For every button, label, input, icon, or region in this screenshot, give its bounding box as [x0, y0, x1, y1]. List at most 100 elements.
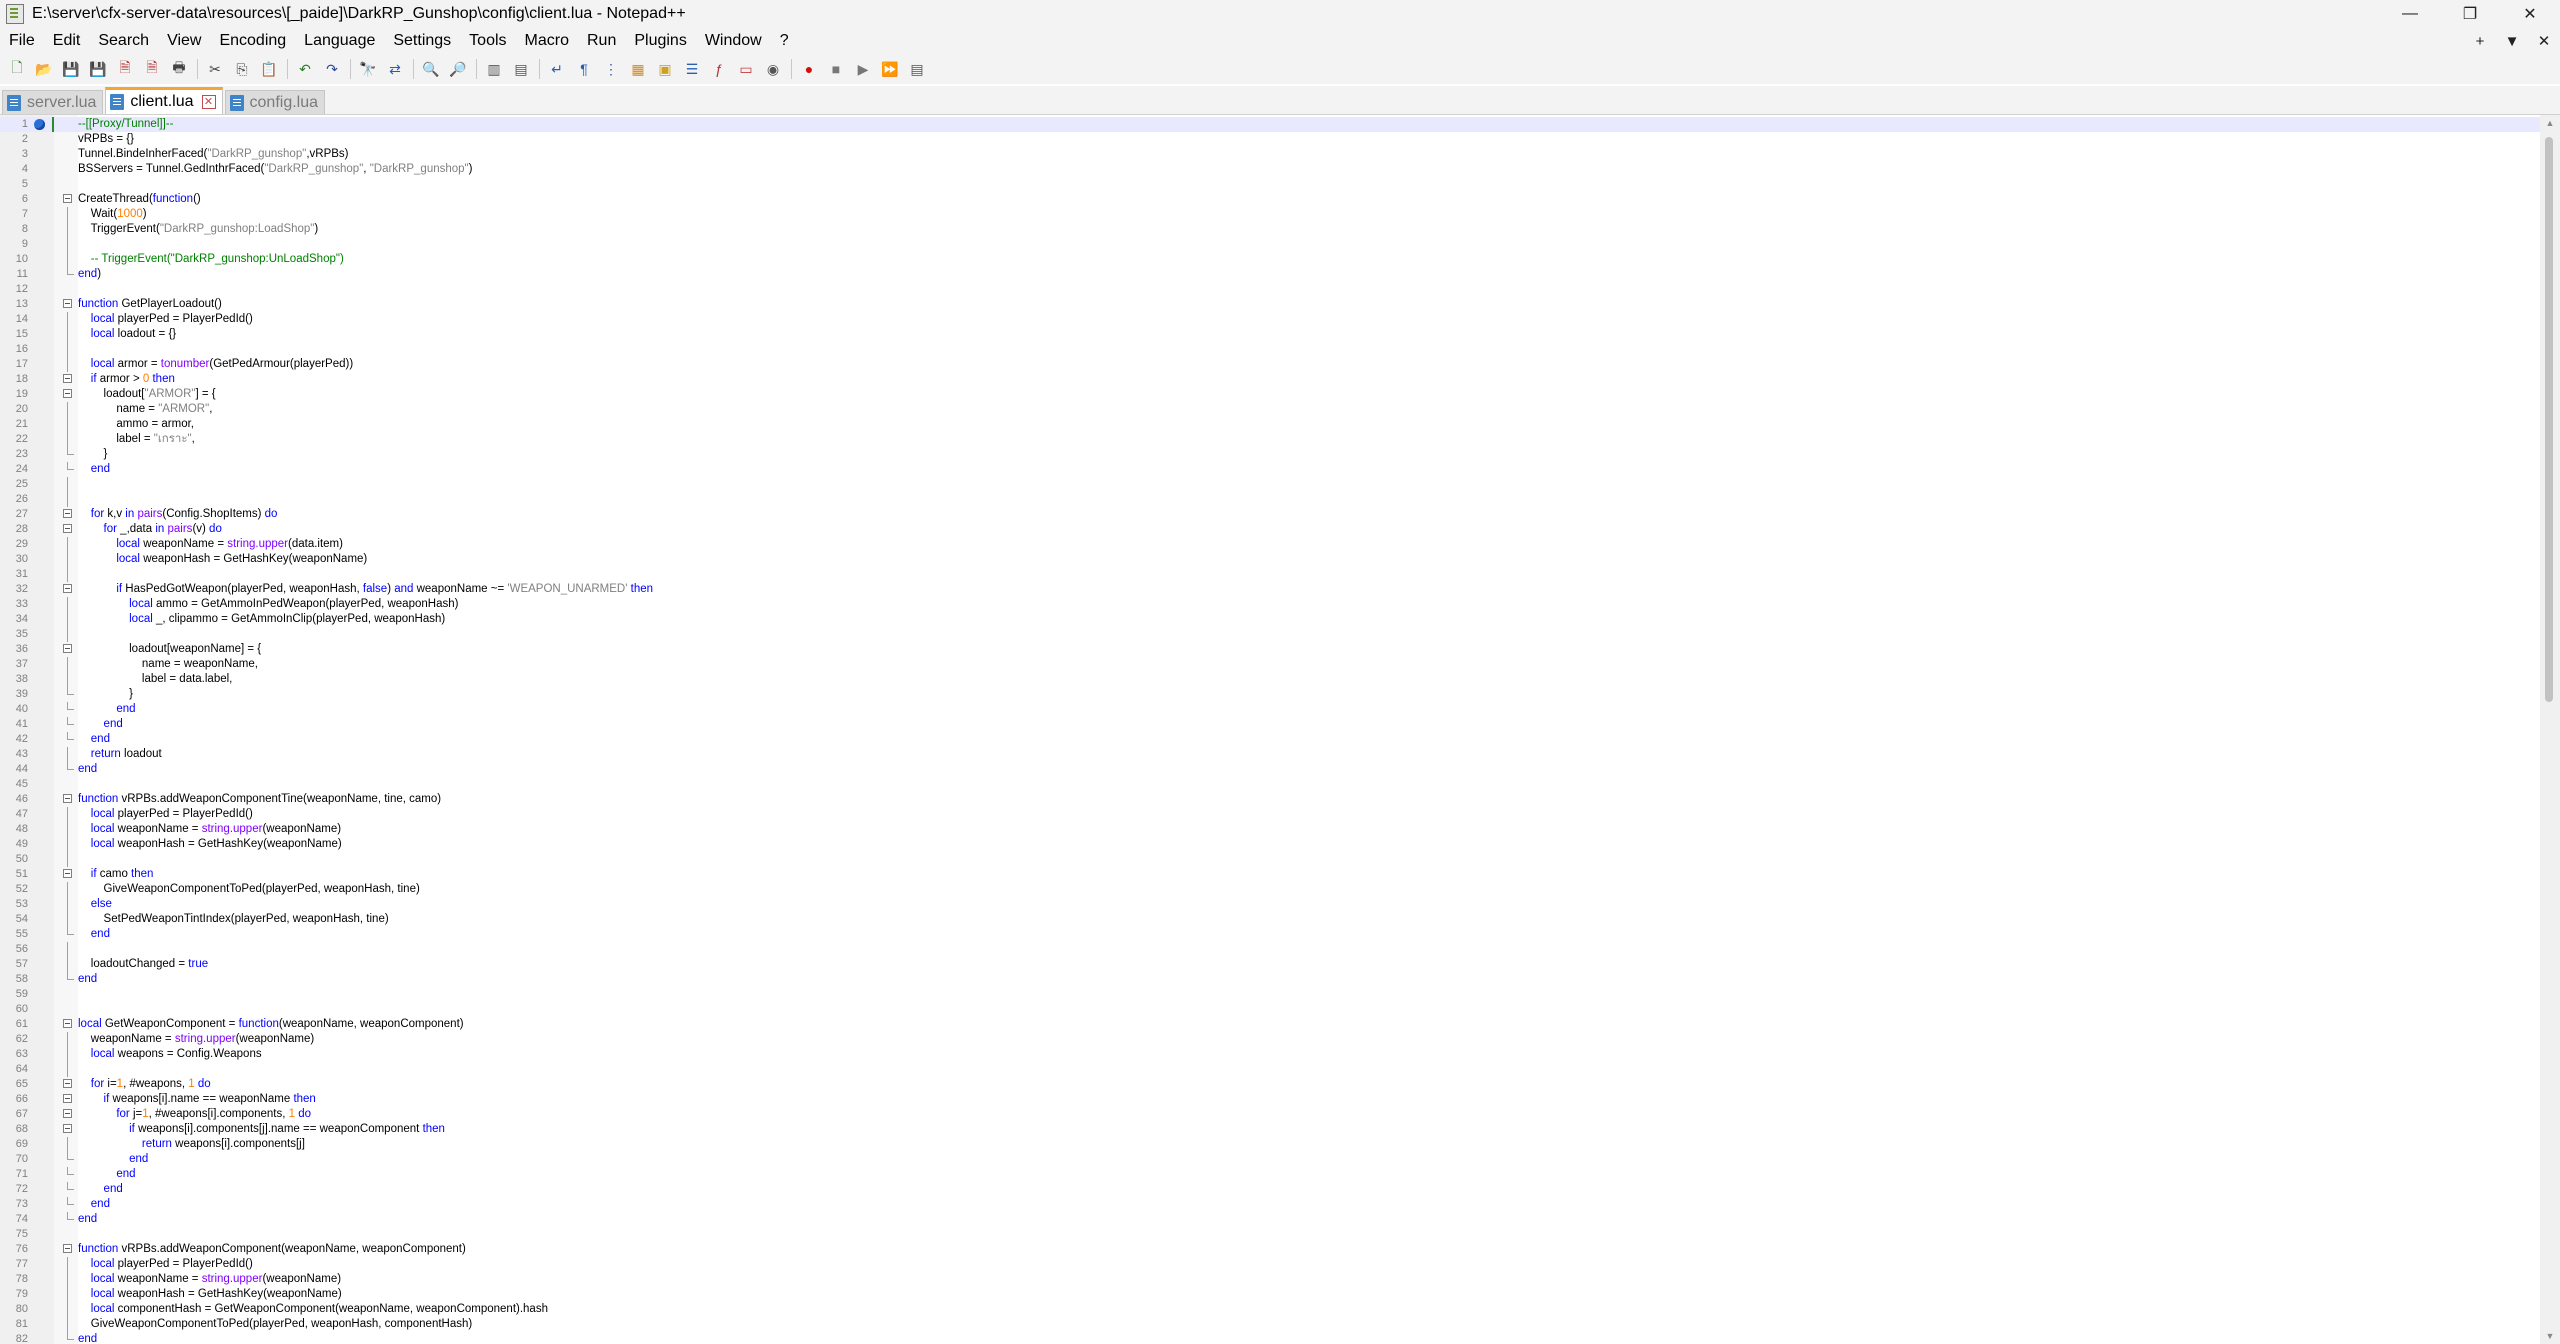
code-line[interactable]: 15 local loadout = {}	[0, 327, 2540, 342]
code-line[interactable]: 35	[0, 627, 2540, 642]
play-macro-icon[interactable]: ▶	[852, 58, 874, 80]
code-line[interactable]: 20 name = "ARMOR",	[0, 402, 2540, 417]
stop-macro-icon[interactable]: ■	[825, 58, 847, 80]
bookmark-icon[interactable]	[34, 119, 45, 130]
code-line[interactable]: 16	[0, 342, 2540, 357]
notepad-plus-plus-app-icon[interactable]	[6, 4, 24, 24]
code-line[interactable]: 65 for i=1, #weapons, 1 do	[0, 1077, 2540, 1092]
save-macro-icon[interactable]: ▤	[906, 58, 928, 80]
sync-vertical-icon[interactable]: ▥	[483, 58, 505, 80]
zoom-in-icon[interactable]: 🔍	[420, 58, 442, 80]
code-line[interactable]: 80 local componentHash = GetWeaponCompon…	[0, 1302, 2540, 1317]
doc-map-icon[interactable]: ▣	[654, 58, 676, 80]
code-line[interactable]: 11 end)	[0, 267, 2540, 282]
code-line[interactable]: 54 SetPedWeaponTintIndex(playerPed, weap…	[0, 912, 2540, 927]
fold-toggle-icon[interactable]	[63, 794, 72, 803]
code-line[interactable]: 46 function vRPBs.addWeaponComponentTine(…	[0, 792, 2540, 807]
menu-macro[interactable]: Macro	[516, 32, 578, 50]
fold-toggle-icon[interactable]	[63, 194, 72, 203]
zoom-out-icon[interactable]: 🔎	[447, 58, 469, 80]
vertical-scrollbar[interactable]: ▲ ▼	[2540, 115, 2560, 1344]
menu-settings[interactable]: Settings	[384, 32, 460, 50]
tab-server-lua[interactable]: server.lua	[2, 90, 104, 114]
code-line[interactable]: 73 end	[0, 1197, 2540, 1212]
code-line[interactable]: 28 for _,data in pairs(v) do	[0, 522, 2540, 537]
code-line[interactable]: 36 loadout[weaponName] = {	[0, 642, 2540, 657]
code-line[interactable]: 68 if weapons[i].components[j].name == w…	[0, 1122, 2540, 1137]
code-line[interactable]: 38 label = data.label,	[0, 672, 2540, 687]
code-line[interactable]: 61 local GetWeaponComponent = function(we…	[0, 1017, 2540, 1032]
menu-edit[interactable]: Edit	[44, 32, 90, 50]
code-line[interactable]: 75	[0, 1227, 2540, 1242]
redo-icon[interactable]: ↷	[321, 58, 343, 80]
menu-file[interactable]: File	[0, 32, 44, 50]
tab-config-lua[interactable]: config.lua	[224, 90, 326, 114]
fold-toggle-icon[interactable]	[63, 1109, 72, 1118]
code-line[interactable]: 49 local weaponHash = GetHashKey(weaponN…	[0, 837, 2540, 852]
code-line[interactable]: 2 vRPBs = {}	[0, 132, 2540, 147]
fold-toggle-icon[interactable]	[63, 299, 72, 308]
fold-toggle-icon[interactable]	[63, 1244, 72, 1253]
indent-guide-icon[interactable]: ⋮	[600, 58, 622, 80]
monitor-icon[interactable]: ◉	[762, 58, 784, 80]
code-line[interactable]: 22 label = "เกราะ",	[0, 432, 2540, 447]
code-line[interactable]: 67 for j=1, #weapons[i].components, 1 do	[0, 1107, 2540, 1122]
print-icon[interactable]: 🖶	[168, 58, 190, 80]
code-line[interactable]: 12	[0, 282, 2540, 297]
run-macro-multiple-icon[interactable]: ⏩	[879, 58, 901, 80]
close-icon[interactable]: 🗎	[114, 58, 136, 80]
code-line[interactable]: 53 else	[0, 897, 2540, 912]
fold-toggle-icon[interactable]	[63, 1019, 72, 1028]
code-line[interactable]: 17 local armor = tonumber(GetPedArmour(p…	[0, 357, 2540, 372]
code-line[interactable]: 19 loadout["ARMOR"] = {	[0, 387, 2540, 402]
code-line[interactable]: 59	[0, 987, 2540, 1002]
replace-icon[interactable]: ⇄	[384, 58, 406, 80]
code-line[interactable]: 62 weaponName = string.upper(weaponName)	[0, 1032, 2540, 1047]
code-editor[interactable]: 1 --[[Proxy/Tunnel]]-- 2 vRPBs = {} 3 Tunnel.…	[0, 115, 2560, 1344]
code-line[interactable]: 58 end	[0, 972, 2540, 987]
code-line[interactable]: 44 end	[0, 762, 2540, 777]
menu-help[interactable]: ?	[771, 32, 798, 50]
code-line[interactable]: 64	[0, 1062, 2540, 1077]
restore-button[interactable]: ❐	[2440, 0, 2500, 28]
code-line[interactable]: 32 if HasPedGotWeapon(playerPed, weaponH…	[0, 582, 2540, 597]
fold-toggle-icon[interactable]	[63, 1124, 72, 1133]
code-line[interactable]: 37 name = weaponName,	[0, 657, 2540, 672]
code-line[interactable]: 18 if armor > 0 then	[0, 372, 2540, 387]
code-line[interactable]: 4 BSServers = Tunnel.GedInthrFaced("DarkR…	[0, 162, 2540, 177]
code-line[interactable]: 5	[0, 177, 2540, 192]
code-line[interactable]: 45	[0, 777, 2540, 792]
code-line[interactable]: 52 GiveWeaponComponentToPed(playerPed, w…	[0, 882, 2540, 897]
code-line[interactable]: 39 }	[0, 687, 2540, 702]
code-line[interactable]: 55 end	[0, 927, 2540, 942]
code-line[interactable]: 51 if camo then	[0, 867, 2540, 882]
code-line[interactable]: 76 function vRPBs.addWeaponComponent(weap…	[0, 1242, 2540, 1257]
close-tab-icon[interactable]: ✕	[201, 95, 216, 109]
code-line[interactable]: 3 Tunnel.BindeInherFaced("DarkRP_gunshop"…	[0, 147, 2540, 162]
code-line[interactable]: 41 end	[0, 717, 2540, 732]
fold-toggle-icon[interactable]	[63, 869, 72, 878]
code-line[interactable]: 27 for k,v in pairs(Config.ShopItems) do	[0, 507, 2540, 522]
code-line[interactable]: 34 local _, clipammo = GetAmmoInClip(pla…	[0, 612, 2540, 627]
fold-toggle-icon[interactable]	[63, 374, 72, 383]
scroll-down-arrow-icon[interactable]: ▼	[2540, 1328, 2560, 1344]
menu-window[interactable]: Window	[696, 32, 771, 50]
sync-horizontal-icon[interactable]: ▤	[510, 58, 532, 80]
code-line[interactable]: 74 end	[0, 1212, 2540, 1227]
scroll-up-arrow-icon[interactable]: ▲	[2540, 115, 2560, 131]
code-line[interactable]: 57 loadoutChanged = true	[0, 957, 2540, 972]
scrollbar-thumb[interactable]	[2545, 137, 2553, 702]
close-document-button[interactable]: ✕	[2528, 32, 2560, 50]
fold-toggle-icon[interactable]	[63, 644, 72, 653]
code-line[interactable]: 25	[0, 477, 2540, 492]
code-line[interactable]: 23 }	[0, 447, 2540, 462]
udl-icon[interactable]: ▦	[627, 58, 649, 80]
code-line[interactable]: 81 GiveWeaponComponentToPed(playerPed, w…	[0, 1317, 2540, 1332]
code-line[interactable]: 24 end	[0, 462, 2540, 477]
code-line[interactable]: 79 local weaponHash = GetHashKey(weaponN…	[0, 1287, 2540, 1302]
open-file-icon[interactable]: 📂	[33, 58, 55, 80]
code-line[interactable]: 43 return loadout	[0, 747, 2540, 762]
copy-icon[interactable]: ⎘	[231, 58, 253, 80]
save-icon[interactable]: 💾	[60, 58, 82, 80]
code-line[interactable]: 42 end	[0, 732, 2540, 747]
